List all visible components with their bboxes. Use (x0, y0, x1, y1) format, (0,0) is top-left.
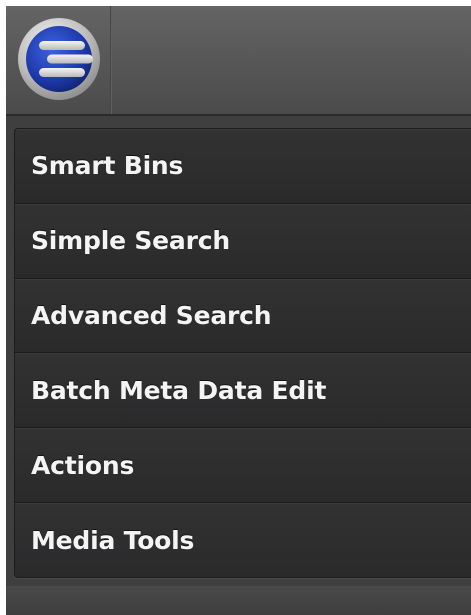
menu-item-label: Advanced Search (31, 300, 272, 330)
menu-item-label: Smart Bins (31, 151, 184, 181)
top-toolbar (6, 6, 471, 116)
menu-item-label: Simple Search (31, 226, 230, 256)
menu-item-label: Actions (31, 450, 135, 480)
navigation-menu: Smart Bins Simple Search Advanced Search… (14, 128, 471, 578)
app-window: Smart Bins Simple Search Advanced Search… (6, 6, 471, 615)
menu-item-label: Media Tools (31, 525, 195, 555)
menu-item-label: Batch Meta Data Edit (31, 375, 327, 405)
app-logo-icon[interactable] (17, 17, 101, 101)
toolbar-divider (110, 6, 112, 114)
menu-item-simple-search[interactable]: Simple Search (15, 203, 471, 279)
bottom-strip (6, 586, 471, 615)
menu-item-batch-meta-data-edit[interactable]: Batch Meta Data Edit (15, 353, 471, 429)
menu-item-smart-bins[interactable]: Smart Bins (15, 129, 471, 204)
menu-item-media-tools[interactable]: Media Tools (15, 502, 471, 577)
logo-cell (6, 6, 110, 114)
menu-item-actions[interactable]: Actions (15, 428, 471, 503)
menu-item-advanced-search[interactable]: Advanced Search (15, 278, 471, 354)
